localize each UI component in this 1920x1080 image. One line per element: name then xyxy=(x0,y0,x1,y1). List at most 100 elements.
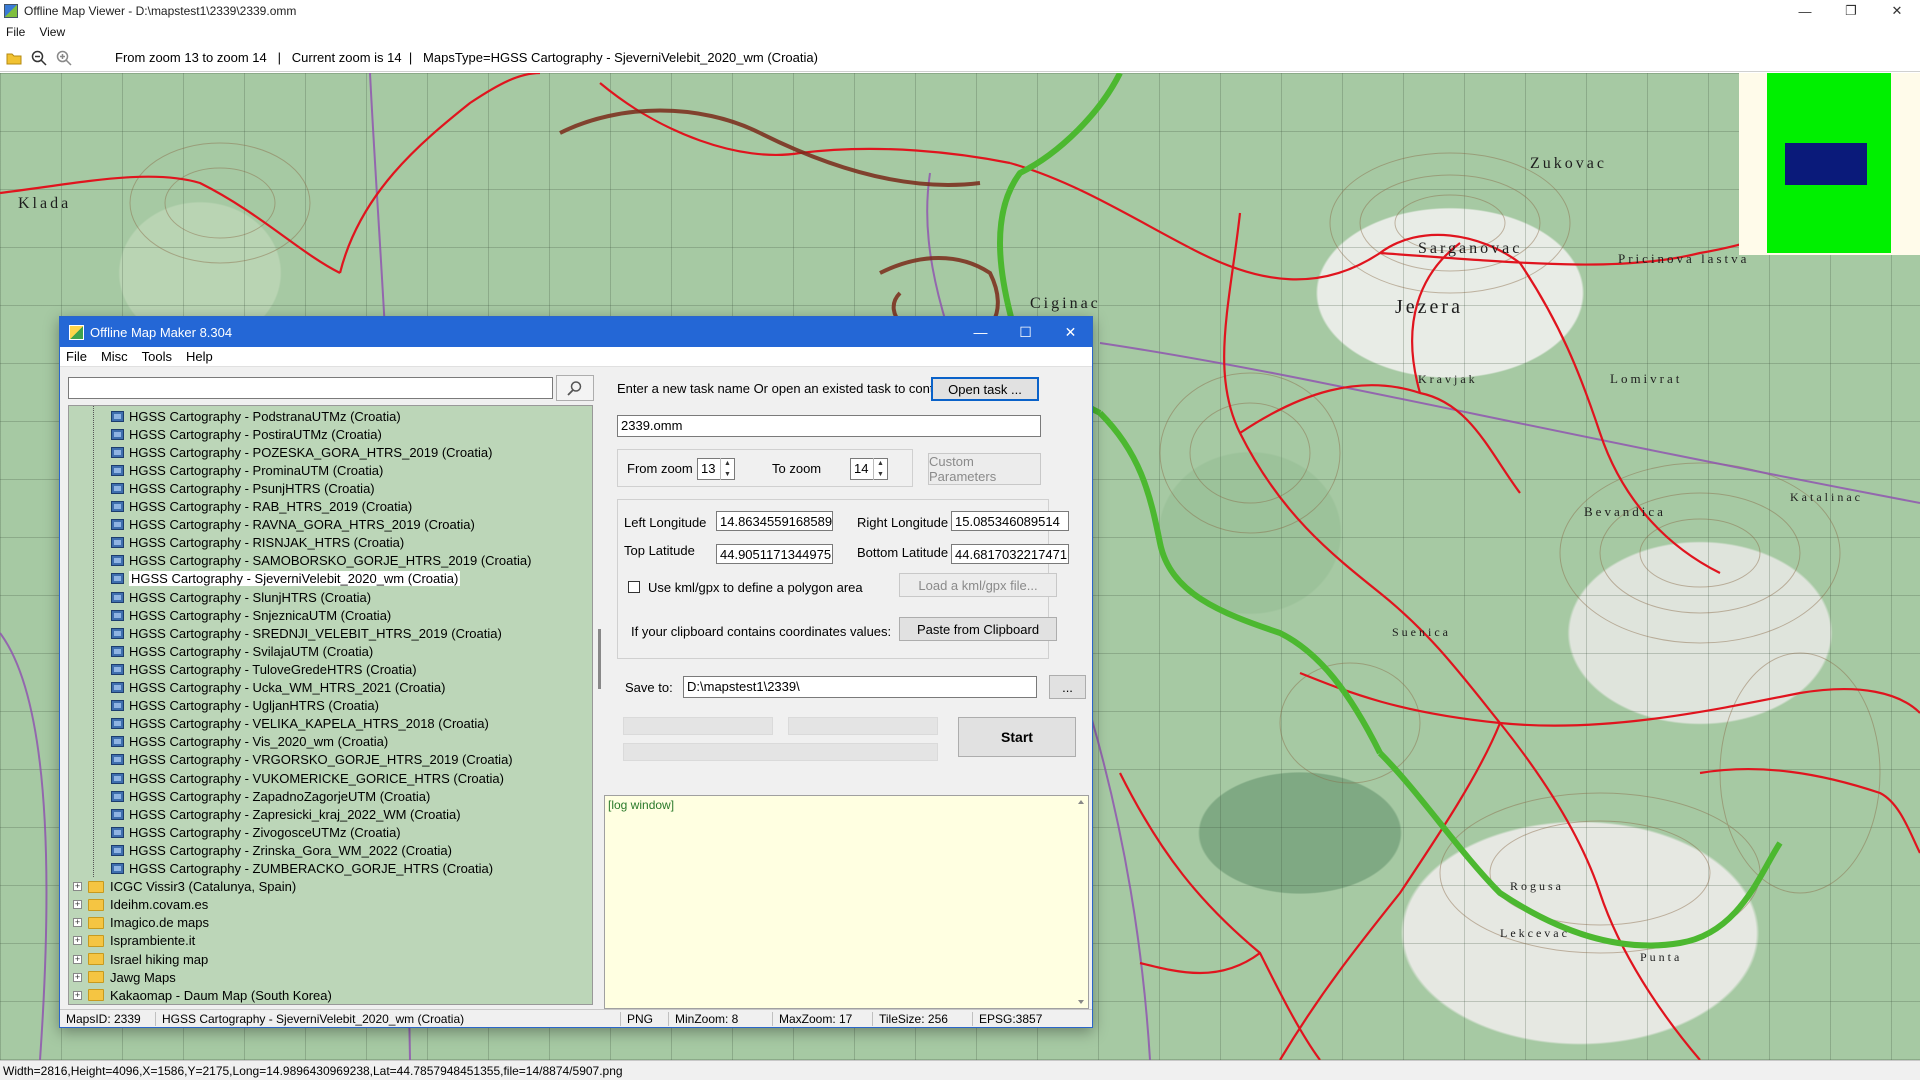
tree-item-label: HGSS Cartography - Zrinska_Gora_WM_2022 … xyxy=(129,842,452,858)
format-text: PNG xyxy=(621,1011,669,1026)
tree-item-map[interactable]: HGSS Cartography - Ucka_WM_HTRS_2021 (Cr… xyxy=(111,679,445,697)
tree-item-map[interactable]: HGSS Cartography - VRGORSKO_GORJE_HTRS_2… xyxy=(111,751,513,769)
tree-item-map[interactable]: HGSS Cartography - ProminaUTM (Croatia) xyxy=(111,461,383,479)
dialog-menu-misc[interactable]: Misc xyxy=(101,349,128,364)
tree-item-map[interactable]: HGSS Cartography - ZivogosceUTMz (Croati… xyxy=(111,823,401,841)
map-type-tree[interactable]: HGSS Cartography - PodstranaUTMz (Croati… xyxy=(68,405,593,1005)
tree-item-map[interactable]: HGSS Cartography - UgljanHTRS (Croatia) xyxy=(111,697,379,715)
tree-item-map[interactable]: HGSS Cartography - SnjeznicaUTM (Croatia… xyxy=(111,606,391,624)
tree-item-folder[interactable]: + Imagico.de maps xyxy=(73,914,209,932)
tree-item-map[interactable]: HGSS Cartography - SREDNJI_VELEBIT_HTRS_… xyxy=(111,624,502,642)
map-layer-icon xyxy=(111,663,124,675)
tree-item-map[interactable]: HGSS Cartography - SjeverniVelebit_2020_… xyxy=(111,570,461,588)
tree-item-map[interactable]: HGSS Cartography - VELIKA_KAPELA_HTRS_20… xyxy=(111,715,489,733)
bottom-latitude-input[interactable]: 44.6817032217471 xyxy=(951,544,1069,564)
map-label-ciginac: Ciginac xyxy=(1030,295,1101,312)
tree-item-map[interactable]: HGSS Cartography - Zrinska_Gora_WM_2022 … xyxy=(111,841,452,859)
task-name-input[interactable]: 2339.omm xyxy=(617,415,1041,437)
tree-item-map[interactable]: HGSS Cartography - Vis_2020_wm (Croatia) xyxy=(111,733,388,751)
map-search-input[interactable] xyxy=(68,377,553,399)
expand-icon[interactable]: + xyxy=(73,990,82,1000)
dialog-title: Offline Map Maker 8.304 xyxy=(90,324,233,340)
load-kml-button[interactable]: Load a kml/gpx file... xyxy=(899,573,1057,597)
tree-item-folder[interactable]: + Isprambiente.it xyxy=(73,932,195,950)
from-zoom-spinner[interactable]: ▲ ▼ xyxy=(720,458,734,480)
to-zoom-spinner[interactable]: ▲ ▼ xyxy=(873,458,887,480)
custom-parameters-button[interactable]: Custom Parameters xyxy=(928,453,1041,485)
save-to-input[interactable]: D:\mapstest1\2339\ xyxy=(683,676,1037,698)
tree-item-map[interactable]: HGSS Cartography - POZESKA_GORA_HTRS_201… xyxy=(111,443,492,461)
tree-item-map[interactable]: HGSS Cartography - SAMOBORSKO_GORJE_HTRS… xyxy=(111,552,531,570)
tree-item-map[interactable]: HGSS Cartography - ZapadnoZagorjeUTM (Cr… xyxy=(111,787,430,805)
viewer-toolbar: From zoom 13 to zoom 14 | Current zoom i… xyxy=(0,44,1920,72)
tree-item-map[interactable]: HGSS Cartography - SvilajaUTM (Croatia) xyxy=(111,642,373,660)
map-layer-icon xyxy=(111,718,124,730)
use-kml-checkbox[interactable] xyxy=(628,581,640,593)
tree-item-label: HGSS Cartography - ZUMBERACKO_GORJE_HTRS… xyxy=(129,861,494,876)
expand-icon[interactable]: + xyxy=(73,900,82,910)
menu-view[interactable]: View xyxy=(39,25,65,39)
tree-item-map[interactable]: HGSS Cartography - PodstranaUTMz (Croati… xyxy=(111,407,401,425)
browse-button[interactable]: ... xyxy=(1049,675,1086,699)
tree-item-label: HGSS Cartography - PodstranaUTMz (Croati… xyxy=(129,408,401,424)
dialog-close-button[interactable]: ✕ xyxy=(1048,317,1093,347)
left-longitude-input[interactable]: 14.8634559168589 xyxy=(716,511,833,531)
folder-icon xyxy=(88,989,104,1002)
tree-item-map[interactable]: HGSS Cartography - SlunjHTRS (Croatia) xyxy=(111,588,371,606)
search-button[interactable] xyxy=(556,375,594,401)
tree-item-map[interactable]: HGSS Cartography - PostiraUTMz (Croatia) xyxy=(111,425,382,443)
expand-icon[interactable]: + xyxy=(73,882,82,892)
expand-icon[interactable]: + xyxy=(73,936,82,946)
dialog-maximize-button[interactable]: ☐ xyxy=(1003,317,1048,347)
right-longitude-input[interactable]: 15.085346089514 xyxy=(951,511,1069,531)
paste-clipboard-button[interactable]: Paste from Clipboard xyxy=(899,617,1057,641)
tree-item-map[interactable]: HGSS Cartography - Zapresicki_kraj_2022_… xyxy=(111,805,461,823)
tree-guide-line xyxy=(93,406,94,877)
tree-item-folder[interactable]: + Jawg Maps xyxy=(73,968,176,986)
viewer-titlebar: Offline Map Viewer - D:\mapstest1\2339\2… xyxy=(0,0,1920,22)
tree-scrollbar[interactable] xyxy=(596,405,604,1005)
open-folder-icon[interactable] xyxy=(3,47,25,69)
close-button[interactable]: ✕ xyxy=(1874,0,1920,22)
dialog-menu-file[interactable]: File xyxy=(66,349,87,364)
tree-item-label: HGSS Cartography - PostiraUTMz (Croatia) xyxy=(129,426,382,442)
top-latitude-input[interactable]: 44.9051171344975 xyxy=(716,544,833,564)
map-label-klada: Klada xyxy=(18,195,71,212)
tree-item-folder[interactable]: +Kampa (Polski Serwis) xyxy=(73,1004,241,1005)
expand-icon[interactable]: + xyxy=(73,954,82,964)
tree-item-map[interactable]: HGSS Cartography - RAB_HTRS_2019 (Croati… xyxy=(111,498,412,516)
overview-map[interactable] xyxy=(1739,73,1920,255)
start-button[interactable]: Start xyxy=(958,717,1076,757)
zoom-in-icon[interactable] xyxy=(53,47,75,69)
use-kml-label: Use kml/gpx to define a polygon area xyxy=(648,580,863,595)
tree-item-map[interactable]: HGSS Cartography - TuloveGredeHTRS (Croa… xyxy=(111,660,417,678)
expand-icon[interactable]: + xyxy=(73,972,82,982)
tree-item-label: HGSS Cartography - PsunjHTRS (Croatia) xyxy=(129,480,375,496)
zoom-out-icon[interactable] xyxy=(28,47,50,69)
map-layer-icon xyxy=(111,591,124,603)
tree-item-folder[interactable]: + Kakaomap - Daum Map (South Korea) xyxy=(73,986,332,1004)
dialog-menu-help[interactable]: Help xyxy=(186,349,213,364)
log-window[interactable]: [log window] xyxy=(604,795,1089,1009)
tree-item-folder[interactable]: + Israel hiking map xyxy=(73,950,208,968)
tree-item-map[interactable]: HGSS Cartography - RISNJAK_HTRS (Croatia… xyxy=(111,534,404,552)
minimize-button[interactable]: — xyxy=(1782,0,1828,22)
log-scrollbar[interactable] xyxy=(1074,796,1088,1008)
expand-icon[interactable]: + xyxy=(73,918,82,928)
tree-item-folder[interactable]: + Ideihm.covam.es xyxy=(73,896,208,914)
tree-folder-label: Isprambiente.it xyxy=(110,933,196,949)
tree-item-map[interactable]: HGSS Cartography - RAVNA_GORA_HTRS_2019 … xyxy=(111,516,475,534)
restore-button[interactable]: ❐ xyxy=(1828,0,1874,22)
tree-item-map[interactable]: HGSS Cartography - VUKOMERICKE_GORICE_HT… xyxy=(111,769,504,787)
open-task-button[interactable]: Open task ... xyxy=(931,377,1039,401)
tree-scrollbar-thumb[interactable] xyxy=(598,629,601,689)
overview-viewport[interactable] xyxy=(1785,143,1867,185)
menu-file[interactable]: File xyxy=(6,25,25,39)
tree-item-map[interactable]: HGSS Cartography - ZUMBERACKO_GORJE_HTRS… xyxy=(111,860,493,878)
dialog-minimize-button[interactable]: — xyxy=(958,317,1003,347)
map-layer-icon xyxy=(111,754,124,766)
tree-item-map[interactable]: HGSS Cartography - PsunjHTRS (Croatia) xyxy=(111,479,375,497)
tree-item-folder[interactable]: + ICGC Vissir3 (Catalunya, Spain) xyxy=(73,878,296,896)
map-layer-icon xyxy=(111,736,124,748)
dialog-menu-tools[interactable]: Tools xyxy=(142,349,172,364)
